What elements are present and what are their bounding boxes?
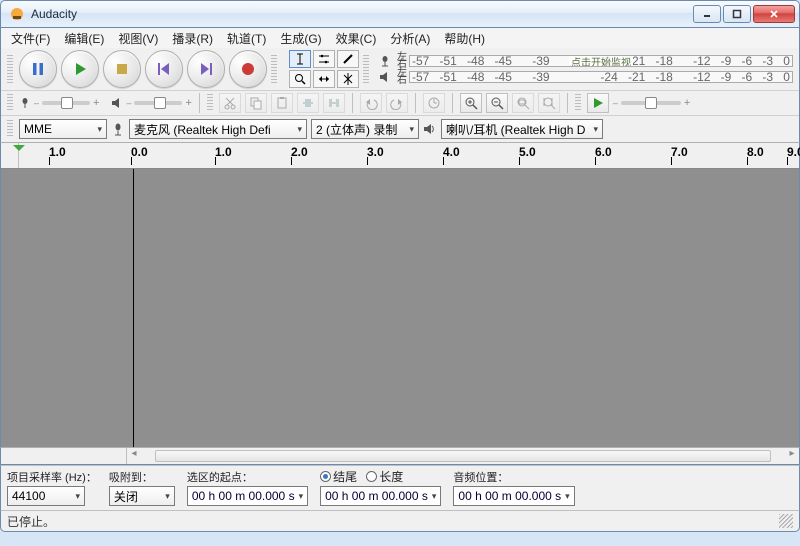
play-device-combo[interactable]: 喇叭/耳机 (Realtek High D▾ [441, 119, 603, 139]
fit-selection-button[interactable] [512, 93, 534, 113]
audio-host-combo[interactable]: MME▾ [19, 119, 107, 139]
playhead-cursor [133, 169, 134, 447]
redo-button[interactable] [386, 93, 408, 113]
timeshift-tool[interactable] [313, 70, 335, 88]
menu-edit[interactable]: 编辑(E) [58, 28, 110, 49]
skip-end-button[interactable] [187, 50, 225, 88]
multi-tool[interactable] [337, 70, 359, 88]
zoom-in-button[interactable] [460, 93, 482, 113]
menu-record[interactable]: 播录(R) [166, 28, 219, 49]
envelope-tool[interactable] [313, 50, 335, 68]
skip-start-button[interactable] [145, 50, 183, 88]
selection-end-time[interactable]: 00 h 00 m 00.000 s▾ [320, 486, 441, 506]
toolbar-grip[interactable] [7, 120, 13, 138]
selection-toolbar: 项目采样率 (Hz)： 44100▾ 吸附到： 关闭▾ 选区的起点： 00 h … [0, 465, 800, 510]
trim-button[interactable] [297, 93, 319, 113]
record-channels-combo[interactable]: 2 (立体声) 录制▾ [311, 119, 419, 139]
silence-button[interactable] [323, 93, 345, 113]
cut-button[interactable] [219, 93, 241, 113]
pause-button[interactable] [19, 50, 57, 88]
project-rate-label: 项目采样率 (Hz)： [7, 469, 97, 485]
track-area[interactable] [0, 169, 800, 447]
window-title: Audacity [29, 7, 693, 21]
toolbar-grip[interactable] [363, 55, 369, 83]
speaker-icon [379, 71, 395, 83]
record-device-combo[interactable]: 麦克风 (Realtek High Defi▾ [129, 119, 307, 139]
meter-channels-label: 左 右 [395, 54, 409, 68]
selection-start-time[interactable]: 00 h 00 m 00.000 s▾ [187, 486, 308, 506]
play-at-speed-button[interactable] [587, 93, 609, 113]
menu-tracks[interactable]: 轨道(T) [221, 28, 272, 49]
audio-position-label: 音频位置： [453, 469, 574, 485]
selection-end-radio[interactable]: 结尾 [320, 468, 357, 485]
menu-file[interactable]: 文件(F) [5, 28, 56, 49]
timeline-ruler[interactable]: 1.00.01.02.03.04.05.06.07.08.09.0 [0, 143, 800, 169]
meter-channels-label: 左 右 [395, 70, 409, 84]
toolbar-grip[interactable] [7, 55, 13, 83]
fit-project-button[interactable] [538, 93, 560, 113]
transport-toolbar [19, 50, 267, 88]
statusbar: 已停止。 [0, 510, 800, 532]
menu-help[interactable]: 帮助(H) [438, 28, 491, 49]
menu-view[interactable]: 视图(V) [112, 28, 164, 49]
play-meter[interactable]: -57-51-48-45-39-24-21-18-12-9-6-30 [409, 71, 793, 83]
toolbar-grip[interactable] [7, 94, 13, 112]
mic-icon [19, 97, 31, 109]
record-button[interactable] [229, 50, 267, 88]
resize-grip[interactable] [779, 514, 793, 528]
window-minimize-button[interactable] [693, 5, 721, 23]
titlebar: Audacity [0, 0, 800, 28]
record-volume-slider[interactable]: –+ [19, 97, 99, 109]
toolbar-grip[interactable] [575, 94, 581, 112]
audio-position-time[interactable]: 00 h 00 m 00.000 s▾ [453, 486, 574, 506]
menu-generate[interactable]: 生成(G) [274, 28, 327, 49]
horizontal-scrollbar[interactable]: ◂ ▸ [0, 447, 800, 465]
toolbar-grip[interactable] [271, 55, 277, 83]
stop-button[interactable] [103, 50, 141, 88]
record-meter[interactable]: -57-51-48-45-39-24-21-18-12-9-6-30 点击开始监… [409, 55, 793, 67]
status-text: 已停止。 [7, 513, 55, 530]
zoom-out-button[interactable] [486, 93, 508, 113]
menubar: 文件(F) 编辑(E) 视图(V) 播录(R) 轨道(T) 生成(G) 效果(C… [0, 28, 800, 48]
play-volume-slider[interactable]: –+ [111, 97, 191, 109]
mic-icon [379, 55, 395, 67]
menu-analyze[interactable]: 分析(A) [384, 28, 436, 49]
toolbar-grip[interactable] [207, 94, 213, 112]
window-close-button[interactable] [753, 5, 795, 23]
selection-length-radio[interactable]: 长度 [366, 468, 403, 485]
record-meter-hint: 点击开始监视 [569, 55, 633, 67]
zoom-tool[interactable] [289, 70, 311, 88]
speaker-icon [111, 97, 123, 109]
sync-lock-button[interactable] [423, 93, 445, 113]
selection-start-label: 选区的起点： [187, 469, 308, 485]
selection-tool[interactable] [289, 50, 311, 68]
menu-effect[interactable]: 效果(C) [330, 28, 383, 49]
window-maximize-button[interactable] [723, 5, 751, 23]
snap-combo[interactable]: 关闭▾ [109, 486, 175, 506]
play-button[interactable] [61, 50, 99, 88]
tools-toolbar [289, 50, 359, 88]
app-icon [9, 6, 25, 22]
paste-button[interactable] [271, 93, 293, 113]
undo-button[interactable] [360, 93, 382, 113]
copy-button[interactable] [245, 93, 267, 113]
draw-tool[interactable] [337, 50, 359, 68]
play-speed-slider[interactable]: –+ [613, 97, 690, 109]
project-rate-combo[interactable]: 44100▾ [7, 486, 85, 506]
mic-icon [111, 122, 125, 136]
snap-label: 吸附到： [109, 469, 175, 485]
speaker-icon [423, 122, 437, 136]
